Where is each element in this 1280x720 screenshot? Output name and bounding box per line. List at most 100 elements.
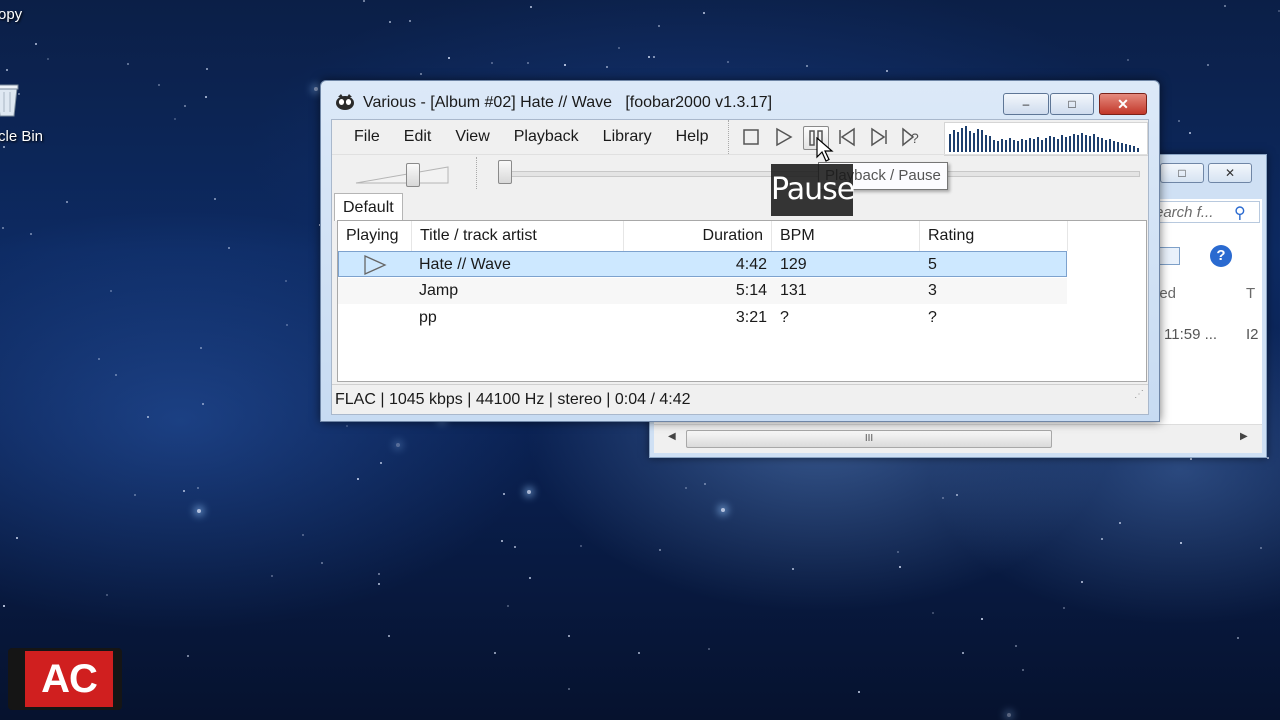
track-title: pp xyxy=(419,309,437,326)
menu-help[interactable]: Help xyxy=(664,120,721,154)
star xyxy=(115,374,117,376)
scroll-right-icon[interactable]: ▶ xyxy=(1240,431,1248,442)
spectrum-bar xyxy=(1001,139,1003,152)
menu-playback[interactable]: Playback xyxy=(502,120,591,154)
stop-button[interactable] xyxy=(739,126,763,148)
toolbar-separator xyxy=(476,157,477,189)
volume-slider-thumb[interactable] xyxy=(406,163,420,187)
spectrum-bar xyxy=(1013,140,1015,152)
star xyxy=(6,69,8,71)
spectrum-bar xyxy=(1045,138,1047,152)
star xyxy=(200,347,202,349)
spectrum-bar xyxy=(957,132,959,152)
star xyxy=(1015,645,1017,647)
close-button[interactable]: ✕ xyxy=(1208,163,1252,183)
star xyxy=(685,487,687,489)
search-icon[interactable]: ⚲ xyxy=(1234,203,1246,223)
spectrum-bar xyxy=(1073,134,1075,152)
column-rating[interactable]: Rating xyxy=(920,221,1068,251)
star xyxy=(110,290,112,292)
spectrum-bar xyxy=(1081,133,1083,152)
track-duration: 4:42 xyxy=(735,256,767,273)
star xyxy=(529,577,531,579)
spectrum-bar xyxy=(1117,142,1119,152)
spectrum-bar xyxy=(1041,140,1043,152)
spectrum-bar xyxy=(981,130,983,152)
next-button[interactable] xyxy=(867,126,891,148)
star xyxy=(302,534,304,536)
menu-edit[interactable]: Edit xyxy=(392,120,444,154)
recycle-bin-label[interactable]: cle Bin xyxy=(0,128,43,145)
column-bpm[interactable]: BPM xyxy=(772,221,920,251)
track-duration: 3:21 xyxy=(735,309,767,326)
tab-default[interactable]: Default xyxy=(334,193,403,221)
star xyxy=(197,487,199,489)
column-duration[interactable]: Duration xyxy=(624,221,772,251)
playback-toolbar: ? xyxy=(728,120,941,154)
star xyxy=(568,688,570,690)
volume-slider-track[interactable] xyxy=(354,163,450,185)
spectrum-bar xyxy=(1037,137,1039,152)
desktop-icon-label[interactable]: opy xyxy=(0,6,22,23)
preview-pane-icon[interactable] xyxy=(1158,247,1180,265)
scroll-left-icon[interactable]: ◀ xyxy=(668,431,676,442)
minimize-button[interactable]: – xyxy=(1003,93,1049,115)
foobar-app-icon xyxy=(336,94,354,110)
column-title[interactable]: Title / track artist xyxy=(412,221,624,251)
random-icon: ? xyxy=(902,127,919,147)
previous-button[interactable] xyxy=(835,126,859,148)
spectrum-bar xyxy=(1069,136,1071,152)
star xyxy=(956,494,958,496)
scrollbar-thumb[interactable]: III xyxy=(686,430,1052,448)
recycle-bin-icon[interactable] xyxy=(0,82,20,118)
star xyxy=(30,233,32,235)
star xyxy=(197,509,201,513)
star xyxy=(380,462,382,464)
help-icon[interactable]: ? xyxy=(1210,245,1232,267)
track-duration: 5:14 xyxy=(735,282,767,299)
menu-file[interactable]: File xyxy=(332,120,392,154)
star xyxy=(942,497,944,499)
scroll-grip: III xyxy=(864,433,874,444)
spectrum-bar xyxy=(1057,139,1059,152)
playlist-row[interactable]: Jamp 5:14 131 3 xyxy=(338,278,1067,304)
foobar-client-area: File Edit View Playback Library Help ? D… xyxy=(331,119,1149,415)
column-playing[interactable]: Playing xyxy=(338,221,412,251)
spectrum-bar xyxy=(953,130,955,152)
horizontal-scrollbar[interactable]: ◀ III ▶ xyxy=(654,424,1262,453)
star xyxy=(174,118,176,120)
random-button[interactable]: ? xyxy=(899,126,923,148)
star xyxy=(704,483,706,485)
star xyxy=(648,56,650,58)
spectrum-bar xyxy=(1089,136,1091,152)
seek-thumb[interactable] xyxy=(498,160,512,184)
spectrum-bar xyxy=(989,136,991,152)
play-button[interactable] xyxy=(771,126,795,148)
maximize-button[interactable]: □ xyxy=(1160,163,1204,183)
maximize-button[interactable]: □ xyxy=(1050,93,1094,115)
star xyxy=(357,478,359,480)
track-bpm: ? xyxy=(780,309,789,326)
track-rating: ? xyxy=(928,309,937,326)
star xyxy=(3,605,5,607)
playlist-view[interactable]: Playing Title / track artist Duration BP… xyxy=(337,220,1147,382)
spectrum-bar xyxy=(969,131,971,152)
resize-grip-icon[interactable]: ⋰ xyxy=(1134,380,1144,410)
track-title: Jamp xyxy=(419,282,459,299)
foobar-window[interactable]: Various - [Album #02] Hate // Wave [foob… xyxy=(320,80,1160,422)
menu-view[interactable]: View xyxy=(443,120,501,154)
column-type[interactable]: T xyxy=(1246,285,1255,302)
star xyxy=(47,58,49,60)
spectrum-bar xyxy=(993,140,995,152)
star xyxy=(580,545,582,547)
playlist-row[interactable]: pp 3:21 ? ? xyxy=(338,305,1067,331)
star xyxy=(271,575,273,577)
spectrum-bar xyxy=(949,134,951,152)
file-type-cell: I2 xyxy=(1246,326,1259,343)
menu-library[interactable]: Library xyxy=(591,120,664,154)
star xyxy=(1007,713,1011,717)
playlist-row[interactable]: Hate // Wave 4:42 129 5 xyxy=(338,251,1067,277)
seek-volume-row xyxy=(332,154,1148,191)
star xyxy=(147,416,149,418)
close-button[interactable]: ✕ xyxy=(1099,93,1147,115)
